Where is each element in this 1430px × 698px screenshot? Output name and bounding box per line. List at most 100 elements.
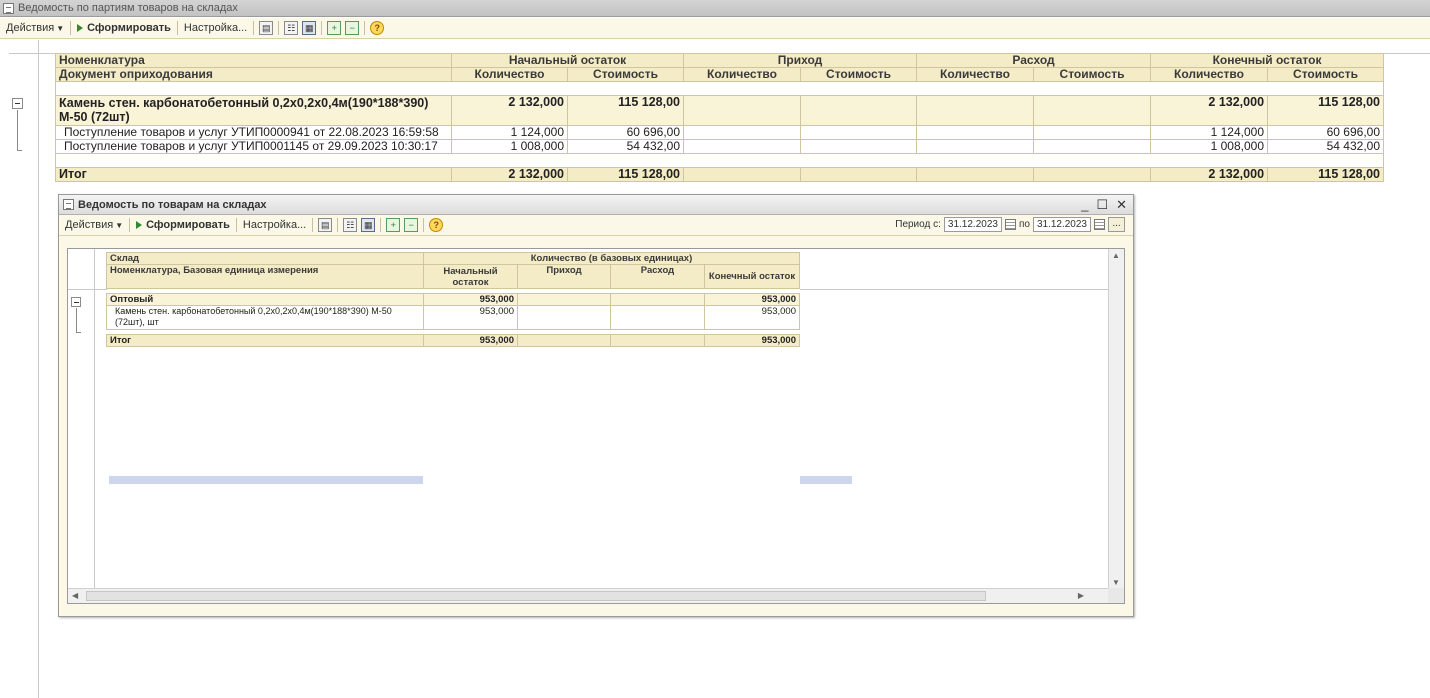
window-title: Ведомость по партиям товаров на складах — [18, 2, 238, 14]
group-row[interactable]: Камень стен. карбонатобетонный 0,2x0,2x0… — [55, 95, 1385, 126]
col-closing-balance: Конечный остаток — [704, 264, 800, 289]
col-cost: Стоимость — [1032, 67, 1152, 82]
close-icon[interactable]: ✕ — [1116, 197, 1127, 213]
inner-report-area: Склад Количество (в базовых единицах) Но… — [67, 248, 1125, 604]
tree-structure-icon[interactable]: ☷ — [343, 218, 358, 232]
generate-button-label: Сформировать — [87, 22, 171, 34]
cell-expense — [610, 334, 705, 347]
table-icon[interactable]: ▦ — [302, 21, 317, 35]
report-view-icon[interactable]: ▤ — [318, 218, 333, 232]
scroll-left-icon[interactable]: ◀ — [72, 591, 78, 600]
main-toolbar: Действия ▼ Сформировать Настройка... ▤ ☷ … — [0, 18, 1430, 39]
maximize-icon[interactable]: ☐ — [1096, 197, 1108, 213]
inner-window-titlebar: Ведомость по товарам на складах _ ☐ ✕ — [59, 195, 1133, 215]
generate-button[interactable]: Сформировать — [133, 217, 233, 234]
report-view-icon[interactable]: ▤ — [259, 21, 274, 35]
inner-window-title: Ведомость по товарам на складах — [78, 198, 267, 211]
col-cost: Стоимость — [1267, 67, 1385, 82]
scroll-thumb[interactable] — [86, 591, 986, 601]
report-icon — [63, 199, 74, 210]
period-from-label: Период с: — [895, 219, 941, 230]
inner-toolbar: Действия ▼ Сформировать Настройка... ▤ ☷ … — [59, 215, 1133, 236]
tree-structure-icon[interactable]: ☷ — [284, 21, 299, 35]
group-row[interactable]: Оптовый 953,000 953,000 — [106, 293, 800, 306]
cell-income-cost — [800, 95, 917, 126]
collapse-group-icon[interactable] — [12, 98, 23, 109]
actions-menu-label: Действия — [6, 22, 55, 34]
toolbar-divider — [337, 218, 339, 232]
scroll-right-icon[interactable]: ▶ — [1078, 591, 1084, 600]
cell-expense-qty — [916, 139, 1034, 154]
actions-menu[interactable]: Действия ▼ — [3, 20, 67, 37]
total-row: Итог 2 132,000 115 128,00 2 132,000 115 … — [55, 167, 1385, 182]
cell-closing: 953,000 — [704, 305, 800, 330]
scroll-down-icon[interactable]: ▼ — [1112, 578, 1120, 587]
cell-income-qty — [683, 95, 801, 126]
col-closing-balance: Конечный остаток — [1150, 53, 1385, 68]
spacer-row — [54, 153, 1385, 168]
help-icon[interactable]: ? — [370, 21, 385, 35]
cell-closing-cost: 115 128,00 — [1267, 167, 1385, 182]
play-icon — [77, 24, 84, 32]
toolbar-divider — [312, 218, 314, 232]
settings-button[interactable]: Настройка... — [181, 20, 250, 37]
table-row[interactable]: Поступление товаров и услуг УТИП0001145 … — [55, 139, 1385, 154]
collapse-groups-icon[interactable]: − — [404, 218, 419, 232]
expand-groups-icon[interactable]: + — [327, 21, 342, 35]
window-titlebar: Ведомость по партиям товаров на складах — [0, 0, 1430, 17]
toolbar-divider — [235, 218, 237, 232]
toolbar-divider — [253, 21, 255, 35]
col-expense: Расход — [915, 53, 1152, 68]
cell-income-qty — [683, 167, 801, 182]
calendar-icon[interactable] — [1094, 219, 1105, 230]
collapse-group-icon[interactable] — [71, 297, 81, 307]
cell-opening-cost: 60 696,00 — [567, 125, 684, 140]
cell-expense — [610, 305, 705, 330]
col-expense: Расход — [610, 264, 705, 289]
cell-opening-cost: 54 432,00 — [567, 139, 684, 154]
chevron-down-icon: ▼ — [56, 23, 65, 33]
period-from-input[interactable]: 31.12.2023 — [943, 217, 1002, 232]
toolbar-divider — [129, 218, 131, 232]
period-to-input[interactable]: 31.12.2023 — [1032, 217, 1091, 232]
col-opening-balance: Начальный остаток — [451, 53, 684, 68]
table-header-row: Номенклатура, Базовая единица измерения … — [106, 264, 800, 289]
cell-opening-qty: 1 124,000 — [451, 125, 568, 140]
table-row[interactable]: Поступление товаров и услуг УТИП0000941 … — [55, 125, 1385, 140]
cell-expense-cost — [1032, 125, 1152, 140]
col-warehouse: Склад — [106, 252, 424, 265]
minimize-icon[interactable]: _ — [1081, 197, 1088, 213]
expand-groups-icon[interactable]: + — [386, 218, 401, 232]
group-bracket-foot — [76, 332, 81, 333]
generate-button[interactable]: Сформировать — [74, 20, 174, 37]
col-qty: Количество — [916, 67, 1034, 82]
cell-income — [517, 293, 611, 306]
nomenclature-item[interactable]: Камень стен. карбонатобетонный 0,2x0,2x0… — [106, 305, 424, 330]
document-link[interactable]: Поступление товаров и услуг УТИП0001145 … — [55, 139, 452, 154]
document-link[interactable]: Поступление товаров и услуг УТИП0000941 … — [55, 125, 452, 140]
collapse-groups-icon[interactable]: − — [345, 21, 360, 35]
stock-report-table: Склад Количество (в базовых единицах) Но… — [106, 252, 800, 347]
cell-opening: 953,000 — [423, 293, 518, 306]
col-document: Документ оприходования — [55, 67, 452, 82]
cell-opening-cost: 115 128,00 — [567, 95, 684, 126]
table-header-row: Номенклатура Начальный остаток Приход Ра… — [55, 53, 1385, 68]
tree-gutter — [94, 249, 95, 589]
col-nomenclature: Номенклатура — [55, 53, 452, 68]
cell-expense-qty — [916, 167, 1034, 182]
table-row[interactable]: Камень стен. карбонатобетонный 0,2x0,2x0… — [106, 305, 800, 330]
toolbar-divider — [176, 21, 178, 35]
table-icon[interactable]: ▦ — [361, 218, 376, 232]
scroll-up-icon[interactable]: ▲ — [1112, 251, 1120, 260]
actions-menu[interactable]: Действия ▼ — [62, 217, 126, 234]
vertical-scrollbar[interactable]: ▲ ▼ — [1108, 249, 1124, 589]
period-selector: Период с: 31.12.2023 по 31.12.2023 ... — [895, 217, 1125, 232]
group-bracket — [17, 110, 18, 150]
group-bracket — [76, 308, 77, 332]
cell-opening: 953,000 — [423, 305, 518, 330]
horizontal-scrollbar[interactable]: ◀ ▶ — [68, 588, 1108, 603]
settings-button[interactable]: Настройка... — [240, 217, 309, 234]
calendar-icon[interactable] — [1004, 219, 1016, 230]
period-more-button[interactable]: ... — [1108, 217, 1125, 232]
help-icon[interactable]: ? — [429, 218, 444, 232]
